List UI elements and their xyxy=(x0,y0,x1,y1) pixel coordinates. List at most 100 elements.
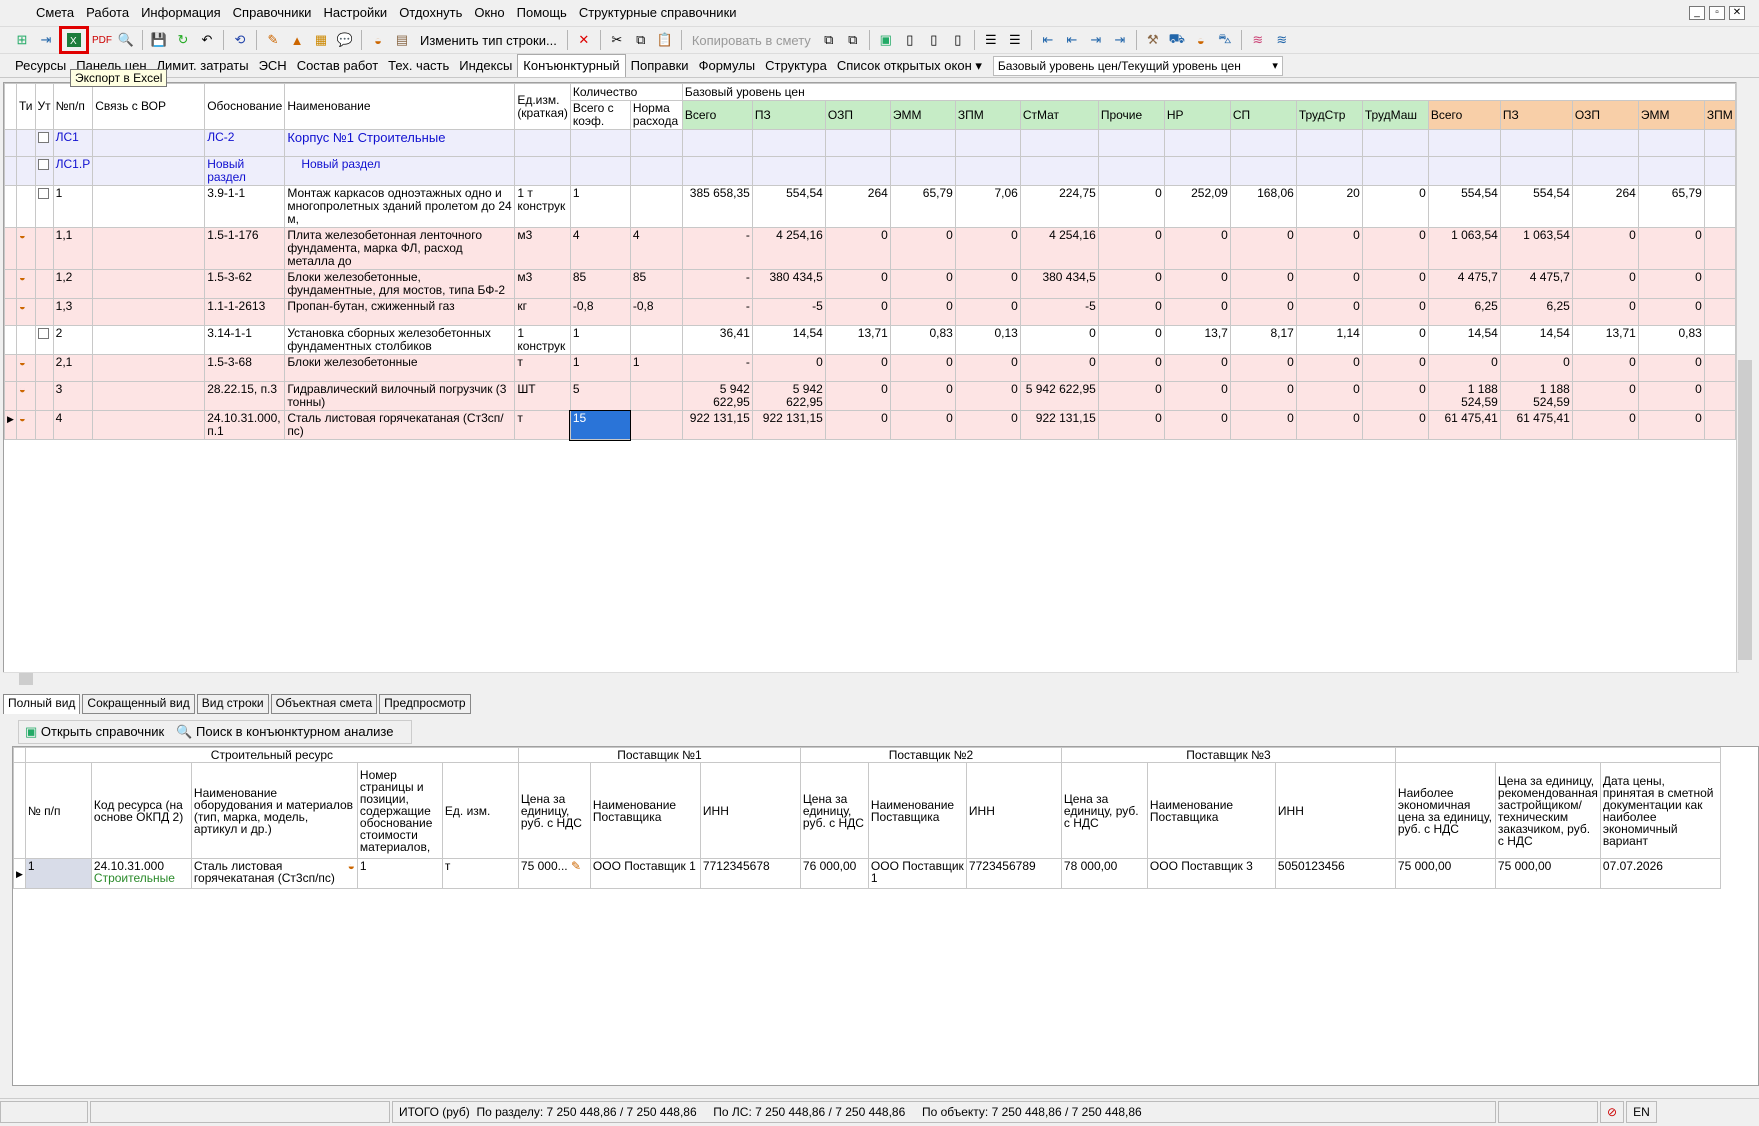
cell-cost-2[interactable]: 0 xyxy=(824,298,891,326)
cell-cost-9[interactable]: 20 xyxy=(1295,185,1363,228)
cell-type[interactable] xyxy=(16,129,36,157)
cell-cost-4[interactable]: 0 xyxy=(954,269,1021,299)
cell-norm[interactable]: 85 xyxy=(629,269,683,299)
menu-struct-ref[interactable]: Структурные справочники xyxy=(573,0,743,26)
cell-link-vor[interactable] xyxy=(92,156,206,186)
cell-ut[interactable] xyxy=(34,269,54,299)
cell-cost-7[interactable]: 0 xyxy=(1163,381,1231,411)
restore-icon[interactable]: ▫ xyxy=(1709,6,1725,20)
cell-cost-11[interactable]: 61 475,41 xyxy=(1427,410,1501,440)
cell-norm[interactable]: 4 xyxy=(629,227,683,270)
cell-cost-10[interactable]: 0 xyxy=(1361,227,1429,270)
list-b-icon[interactable]: ☰ xyxy=(1004,29,1026,51)
cell-link-vor[interactable] xyxy=(92,185,206,228)
search-conjunctural-button[interactable]: 🔍 Поиск в конъюнктурном анализе xyxy=(176,724,393,740)
cell-cost-6[interactable] xyxy=(1097,129,1165,157)
row-checkbox[interactable] xyxy=(37,159,49,171)
cell-link-vor[interactable] xyxy=(92,269,206,299)
tab-work-composition[interactable]: Состав работ xyxy=(292,55,383,77)
cell-norm[interactable] xyxy=(629,185,683,228)
cell-cost-8[interactable] xyxy=(1229,156,1297,186)
cell-type[interactable] xyxy=(16,185,36,228)
menu-info[interactable]: Информация xyxy=(135,0,227,26)
cell-cost-9[interactable]: 0 xyxy=(1295,410,1363,440)
cell-cost-2[interactable]: 264 xyxy=(824,185,891,228)
col-cost-5[interactable]: СтМат xyxy=(1019,100,1099,130)
cell-norm[interactable] xyxy=(629,129,683,157)
cell-cost-11[interactable]: 14,54 xyxy=(1427,325,1501,355)
lcell-inn-1[interactable]: 7712345678 xyxy=(699,858,801,889)
cell-cost-15[interactable] xyxy=(1703,325,1736,355)
cell-cost-1[interactable]: 922 131,15 xyxy=(751,410,826,440)
col-cost-8[interactable]: СП xyxy=(1229,100,1297,130)
cell-cost-5[interactable]: 380 434,5 xyxy=(1019,269,1099,299)
cell-cost-9[interactable]: 0 xyxy=(1295,381,1363,411)
cell-type[interactable] xyxy=(16,156,36,186)
lcell-inn-2[interactable]: 7723456789 xyxy=(965,858,1062,889)
cell-norm[interactable]: -0,8 xyxy=(629,298,683,326)
price-level-select[interactable]: Базовый уровень цен/Текущий уровень цен xyxy=(992,55,1283,76)
col-num[interactable]: №п/п xyxy=(52,83,94,130)
cell-cost-8[interactable]: 8,17 xyxy=(1229,325,1297,355)
cell-norm[interactable]: 1 xyxy=(629,354,683,382)
col-cost-9[interactable]: ТрудСтр xyxy=(1295,100,1363,130)
lcell-page[interactable]: 1 xyxy=(356,858,443,889)
cell-cost-15[interactable] xyxy=(1703,298,1736,326)
col-cost-6[interactable]: Прочие xyxy=(1097,100,1165,130)
cell-cost-12[interactable]: 1 188 524,59 xyxy=(1499,381,1573,411)
lcol-best-price[interactable]: Наиболее экономичная цена за единицу, ру… xyxy=(1394,762,1496,859)
cell-name[interactable]: Блоки железобетонные, фундаментные, для … xyxy=(284,269,516,299)
cell-cost-3[interactable]: 0,83 xyxy=(889,325,956,355)
table-row[interactable]: ◒ 3 28.22.15, п.3 Гидравлический вилочный п… xyxy=(4,381,1736,411)
list-a-icon[interactable]: ☰ xyxy=(980,29,1002,51)
cell-cost-9[interactable] xyxy=(1295,129,1363,157)
cell-num[interactable]: 2 xyxy=(52,325,94,355)
cell-num[interactable]: 4 xyxy=(52,410,94,440)
cell-cost-4[interactable]: 0 xyxy=(954,410,1021,440)
cell-cost-1[interactable]: 14,54 xyxy=(751,325,826,355)
export-pdf-icon[interactable]: PDF xyxy=(91,29,113,51)
cell-unit[interactable]: м3 xyxy=(514,269,571,299)
cell-cost-5[interactable] xyxy=(1019,156,1099,186)
cell-cost-1[interactable] xyxy=(751,156,826,186)
lcell-recommended-price[interactable]: 75 000,00 xyxy=(1494,858,1601,889)
lcol-supplier-name-1[interactable]: Наименование Поставщика xyxy=(589,762,701,859)
cell-type[interactable]: ◒ xyxy=(16,298,36,326)
cell-cost-15[interactable] xyxy=(1703,354,1736,382)
cell-cost-14[interactable]: 0 xyxy=(1637,381,1705,411)
col-qty-norm[interactable]: Норма расхода xyxy=(629,100,683,130)
cell-num[interactable]: 1,1 xyxy=(52,227,94,270)
cell-basis[interactable]: ЛС-2 xyxy=(204,129,286,157)
cell-cost-9[interactable]: 0 xyxy=(1295,298,1363,326)
cell-unit[interactable] xyxy=(514,156,571,186)
cell-cost-0[interactable]: - xyxy=(681,298,753,326)
cell-cost-15[interactable] xyxy=(1703,269,1736,299)
cell-norm[interactable] xyxy=(629,381,683,411)
cell-cost-12[interactable]: 61 475,41 xyxy=(1499,410,1573,440)
lcol-supplier-name-3[interactable]: Наименование Поставщика xyxy=(1146,762,1276,859)
cell-cost-7[interactable]: 0 xyxy=(1163,269,1231,299)
cell-norm[interactable] xyxy=(629,410,683,440)
undo-icon[interactable]: ↶ xyxy=(196,29,218,51)
cell-cost-4[interactable]: 7,06 xyxy=(954,185,1021,228)
cell-type[interactable]: ◒ xyxy=(16,227,36,270)
cell-cost-10[interactable]: 0 xyxy=(1361,269,1429,299)
cell-cost-6[interactable]: 0 xyxy=(1097,185,1165,228)
cell-num[interactable]: 2,1 xyxy=(52,354,94,382)
cell-type[interactable] xyxy=(16,325,36,355)
cell-cost-2[interactable] xyxy=(824,129,891,157)
table-row[interactable]: 1 3.9-1-1 Монтаж каркасов одноэтажных одно… xyxy=(4,185,1736,228)
cell-cost-8[interactable]: 0 xyxy=(1229,269,1297,299)
indent-c-icon[interactable]: ⇥ xyxy=(1085,29,1107,51)
cell-qty[interactable]: 1 xyxy=(569,325,631,355)
cell-cost-0[interactable]: 922 131,15 xyxy=(681,410,753,440)
cell-basis[interactable]: 1.5-3-68 xyxy=(204,354,286,382)
cell-cost-13[interactable]: 0 xyxy=(1571,298,1639,326)
tool-b-icon[interactable]: ▲ xyxy=(286,29,308,51)
lcol-price-3[interactable]: Цена за единицу, руб. с НДС xyxy=(1060,762,1148,859)
cell-cost-0[interactable]: 36,41 xyxy=(681,325,753,355)
material-icon[interactable]: ◒ xyxy=(1190,29,1212,51)
table-row[interactable]: ◒ 1,3 1.1-1-2613 Пропан-бутан, сжиженный га… xyxy=(4,298,1736,326)
machine-icon[interactable]: ▤ xyxy=(391,29,413,51)
cell-num[interactable]: 1,2 xyxy=(52,269,94,299)
